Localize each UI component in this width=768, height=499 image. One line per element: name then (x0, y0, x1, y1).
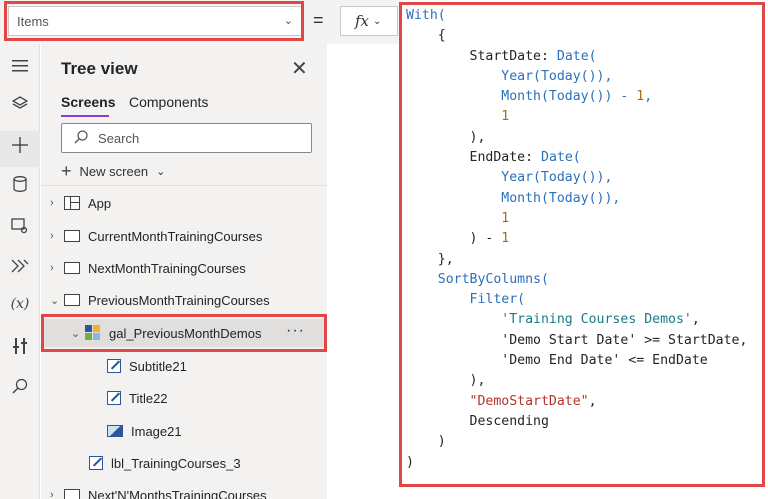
tab-underline (61, 115, 109, 117)
database-icon[interactable] (8, 172, 32, 196)
node-label: App (88, 195, 112, 211)
plus-icon[interactable] (8, 133, 32, 157)
fx-button[interactable]: fx ⌄ (340, 6, 398, 36)
tab-components[interactable]: Components (129, 94, 208, 110)
power-automate-icon[interactable] (8, 254, 32, 278)
node-label: NextMonthTrainingCourses (88, 260, 246, 276)
layers-icon[interactable] (8, 92, 32, 116)
text-label-icon (89, 456, 103, 470)
text-label-icon (107, 359, 121, 373)
code-token: 'Demo Start Date' >= StartDate, (501, 332, 748, 348)
image-icon (107, 425, 123, 437)
property-highlight (4, 1, 304, 41)
chevron-down-icon: ⌄ (156, 165, 166, 178)
chevron-down-icon: ⌄ (373, 15, 382, 27)
node-label: Image21 (131, 423, 182, 439)
media-icon[interactable] (8, 214, 32, 238)
code-token: ) (437, 434, 446, 450)
code-token: SortByColumns( (437, 271, 549, 287)
screen-icon (64, 294, 80, 306)
close-icon[interactable]: ✕ (291, 56, 308, 81)
equals-sign: = (313, 10, 324, 30)
chevron-right-icon: › (50, 197, 54, 209)
code-token: Descending (469, 413, 549, 429)
tree-node-label[interactable]: Subtitle21 (107, 355, 187, 377)
tree-node-app[interactable]: › App (50, 192, 111, 214)
code-token: Filter( (469, 292, 526, 308)
code-token: }, (437, 251, 454, 267)
search-icon[interactable] (8, 374, 32, 398)
code-token: 1 (501, 231, 510, 247)
code-token: Year(Today()), (501, 68, 613, 84)
code-token: With( (406, 8, 446, 23)
screen-icon (64, 230, 80, 242)
gallery-highlight (41, 314, 327, 352)
code-token: EndDate: (469, 150, 541, 166)
code-token: { (437, 28, 446, 44)
code-token: 1 (501, 210, 510, 226)
tree-node-screen[interactable]: › CurrentMonthTrainingCourses (50, 225, 262, 247)
tree-view-title: Tree view (61, 59, 138, 78)
node-label: Next'N'MonthsTrainingCourses (88, 487, 267, 499)
divider (41, 185, 327, 186)
node-label: lbl_TrainingCourses_3 (111, 455, 241, 471)
search-input[interactable]: Search (61, 123, 312, 153)
formula-code[interactable]: With( { StartDate: Date( Year(Today()), … (406, 6, 747, 473)
tree-node-screen[interactable]: › Next'N'MonthsTrainingCourses (50, 484, 267, 499)
screen-icon (64, 489, 80, 499)
tree-view-panel: Tree view ✕ Screens Components Search + … (41, 44, 327, 499)
hamburger-icon[interactable] (8, 54, 32, 78)
code-token: Month(Today()) - (501, 89, 637, 105)
code-token: "DemoStartDate" (469, 393, 589, 409)
node-label: PreviousMonthTrainingCourses (88, 292, 270, 308)
code-token: ), (469, 129, 486, 145)
new-screen-label: New screen (79, 163, 149, 179)
chevron-right-icon: › (50, 262, 54, 274)
tools-icon[interactable] (8, 334, 32, 358)
icon-rail: (x) (0, 44, 40, 499)
new-screen-button[interactable]: + New screen ⌄ (61, 160, 165, 182)
code-token: Date( (541, 150, 581, 166)
code-token: 'Demo End Date' <= EndDate (501, 353, 708, 369)
power-apps-studio: Items ⌄ = fx ⌄ (x) Tree view ✕ Screens C… (0, 0, 768, 499)
code-token: StartDate: (469, 48, 557, 64)
variables-icon[interactable]: (x) (8, 292, 32, 316)
tree-node-screen[interactable]: ⌄ PreviousMonthTrainingCourses (50, 289, 270, 311)
code-token: Month(Today()), (501, 190, 621, 206)
formula-bar: Items ⌄ = fx ⌄ (0, 0, 400, 44)
text-label-icon (107, 391, 121, 405)
tree-node-label[interactable]: lbl_TrainingCourses_3 (89, 452, 241, 474)
code-token: ), (469, 373, 486, 389)
tree-node-image[interactable]: Image21 (107, 420, 182, 442)
screen-icon (64, 262, 80, 274)
chevron-right-icon: › (50, 230, 54, 242)
code-token: Date( (556, 48, 597, 64)
code-token: , (588, 393, 597, 409)
code-token: 1 (501, 109, 510, 125)
chevron-right-icon: › (50, 489, 54, 499)
chevron-down-icon: ⌄ (50, 294, 60, 307)
plus-icon: + (61, 160, 72, 181)
node-label: Subtitle21 (129, 358, 187, 374)
code-token: 'Training Courses Demos' (501, 312, 692, 328)
node-label: Title22 (129, 390, 168, 406)
code-token: , (691, 312, 700, 328)
tree-node-screen[interactable]: › NextMonthTrainingCourses (50, 257, 246, 279)
tree-node-label[interactable]: Title22 (107, 387, 168, 409)
app-icon (64, 196, 80, 210)
fx-label: fx (355, 12, 370, 30)
tab-screens[interactable]: Screens (61, 94, 115, 110)
node-label: CurrentMonthTrainingCourses (88, 228, 263, 244)
code-token: ) - (469, 231, 502, 247)
search-icon (74, 130, 88, 147)
code-token: , (644, 89, 653, 105)
code-token: ) (406, 454, 414, 470)
search-placeholder: Search (98, 131, 140, 146)
code-token: Year(Today()), (501, 170, 613, 186)
